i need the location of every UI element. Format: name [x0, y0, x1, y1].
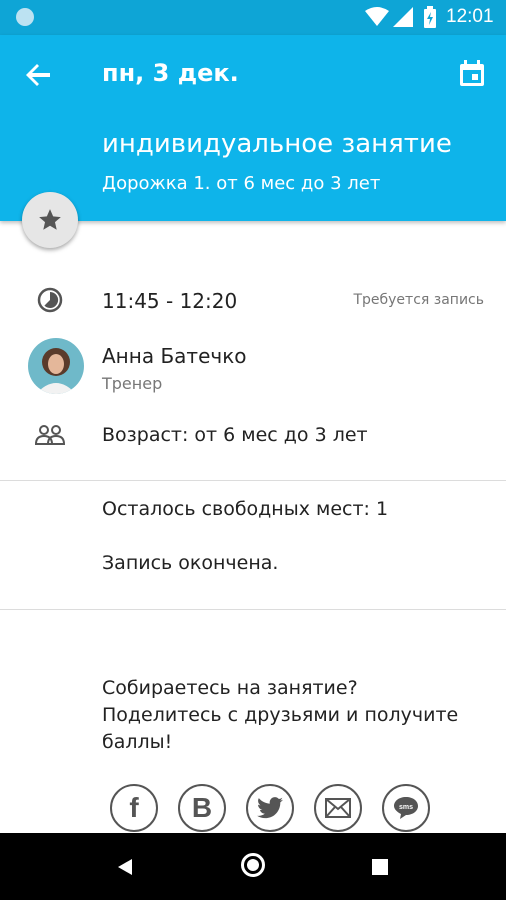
age-range: Возраст: от 6 мес до 3 лет — [102, 424, 368, 446]
battery-icon — [424, 6, 436, 28]
twitter-button[interactable] — [246, 784, 294, 832]
favorite-button[interactable] — [22, 192, 78, 248]
page-title: пн, 3 дек. — [102, 59, 239, 87]
divider — [0, 609, 506, 610]
status-bar: 12:01 — [0, 0, 506, 35]
free-places: Осталось свободных мест: 1 — [102, 498, 389, 520]
back-arrow-icon[interactable] — [22, 58, 56, 92]
lesson-time: 11:45 - 12:20 — [102, 289, 238, 313]
twitter-icon — [257, 797, 283, 819]
coach-role: Тренер — [102, 374, 163, 393]
star-icon — [39, 209, 61, 230]
app-bar: пн, 3 дек. индивидуальное занятие Дорожк… — [0, 35, 506, 221]
wifi-icon — [365, 7, 389, 26]
clock-time: 12:01 — [446, 6, 494, 27]
calendar-icon[interactable] — [455, 57, 489, 91]
vkontakte-button[interactable]: B — [178, 784, 226, 832]
facebook-icon: f — [129, 792, 139, 823]
lesson-title: индивидуальное занятие — [102, 129, 452, 159]
avatar[interactable] — [28, 338, 84, 394]
people-icon — [34, 425, 66, 445]
vkontakte-icon: B — [191, 792, 213, 823]
nav-recents-icon[interactable] — [372, 859, 388, 875]
facebook-button[interactable]: f — [110, 784, 158, 832]
system-nav-bar — [0, 833, 506, 900]
registration-note: Требуется запись — [353, 292, 484, 308]
notification-icon — [16, 8, 34, 26]
lesson-subtitle: Дорожка 1. от 6 мес до 3 лет — [102, 173, 381, 194]
sms-icon: sms — [394, 797, 418, 819]
clock-icon — [37, 287, 63, 313]
svg-text:sms: sms — [399, 804, 413, 811]
nav-home-icon[interactable] — [241, 853, 265, 877]
mail-button[interactable] — [314, 784, 362, 832]
signal-icon — [393, 7, 413, 27]
share-prompt: Собираетесь на занятие? Поделитесь с дру… — [102, 675, 492, 756]
registration-status: Запись окончена. — [102, 552, 279, 574]
mail-icon — [325, 798, 351, 818]
share-prompt-line: Поделитесь с друзьями и получите баллы! — [102, 704, 459, 753]
nav-back-icon[interactable] — [116, 857, 134, 877]
sms-button[interactable]: sms — [382, 784, 430, 832]
divider — [0, 480, 506, 481]
share-prompt-line: Собираетесь на занятие? — [102, 677, 358, 699]
coach-name[interactable]: Анна Батечко — [102, 344, 247, 368]
